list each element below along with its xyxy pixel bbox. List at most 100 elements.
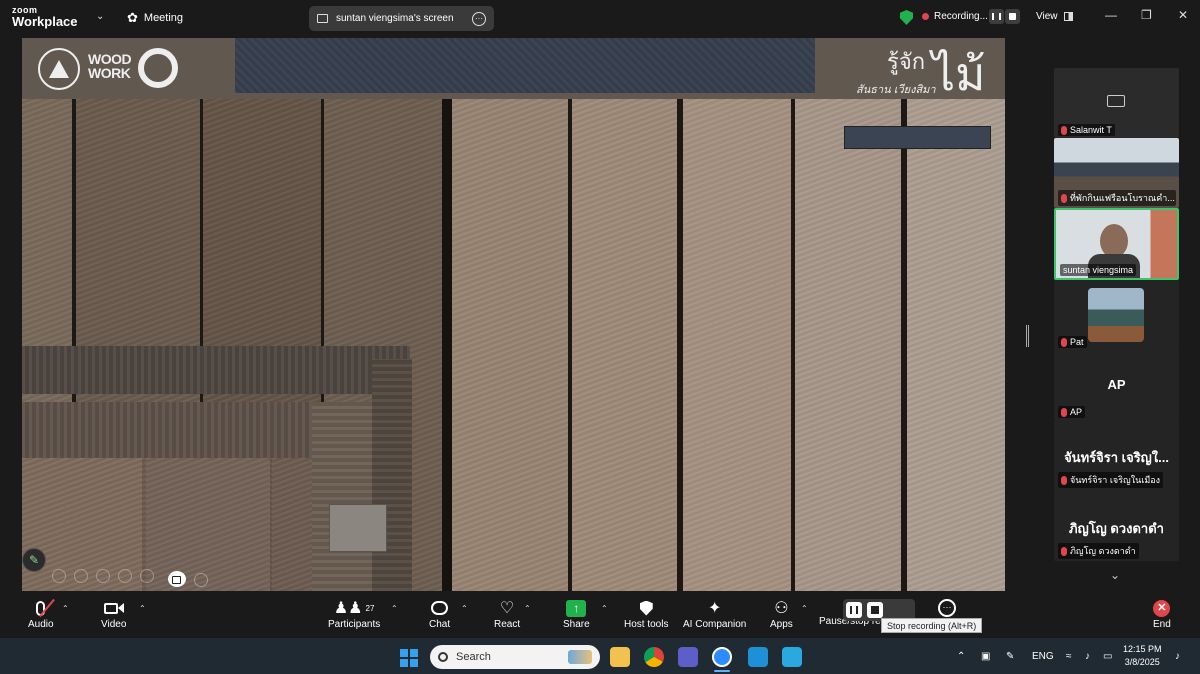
stop-recording-icon[interactable] [867, 602, 883, 618]
react-label: React [494, 619, 521, 630]
react-button[interactable]: ♡ React [494, 597, 520, 630]
participant-tile[interactable]: AP AP [1054, 350, 1179, 420]
shield-icon [639, 597, 653, 619]
speaker-avatar [1100, 224, 1128, 258]
more-options-icon[interactable]: ··· [472, 11, 486, 26]
door-panel [146, 458, 270, 591]
participant-name-tag: Pat [1058, 336, 1087, 348]
participant-name-tag: จันทร์จิรา เจริญในเมือง [1058, 472, 1164, 488]
participant-name: Pat [1070, 337, 1084, 347]
restore-icon[interactable]: ❐ [1141, 8, 1152, 22]
participant-tile-active-speaker[interactable]: suntan viengsima [1054, 208, 1179, 280]
chrome-icon[interactable] [644, 647, 664, 667]
file-explorer-icon[interactable] [610, 647, 630, 667]
participants-options-chevron-icon[interactable]: ⌃ [391, 604, 398, 613]
participants-button[interactable]: ♟♟ 27 Participants [328, 597, 380, 630]
host-tools-button[interactable]: Host tools [624, 597, 668, 630]
pause-recording-icon[interactable] [846, 602, 862, 618]
battery-icon[interactable]: ▭ [1103, 651, 1112, 662]
zoom-brand[interactable]: zoom Workplace [12, 5, 78, 29]
annot-tool-icon[interactable] [140, 569, 154, 583]
mic-muted-icon [1061, 193, 1067, 203]
stop-recording-button[interactable] [1005, 9, 1020, 24]
screen-share-pill[interactable]: suntan viengsima's screen ··· [309, 6, 494, 31]
ai-companion-button[interactable]: ✦ AI Companion [683, 597, 746, 630]
react-options-chevron-icon[interactable]: ⌃ [524, 604, 531, 613]
participant-display-name: ภิญโญ ดวงดาดำ [1069, 521, 1164, 536]
annot-tool-icon[interactable] [74, 569, 88, 583]
language-indicator[interactable]: ENG [1032, 651, 1054, 662]
more-options-icon[interactable] [194, 573, 208, 587]
door-stile [312, 402, 372, 591]
taskbar-search-box[interactable]: Search [430, 645, 600, 669]
annot-tool-icon[interactable] [96, 569, 110, 583]
view-button[interactable]: View [1036, 11, 1073, 22]
screen-icon [317, 14, 328, 23]
zoom-app-icon[interactable] [712, 647, 732, 667]
tray-app-icon[interactable]: ▣ [981, 651, 990, 662]
close-icon[interactable]: ✕ [1178, 8, 1188, 22]
audio-button[interactable]: Audio [28, 597, 56, 630]
paint-app-icon[interactable] [748, 647, 768, 667]
audio-options-chevron-icon[interactable]: ⌃ [62, 604, 69, 613]
zoom-window: zoom Workplace ⌄ ✿ Meeting suntan viengs… [0, 0, 1200, 674]
security-shield-icon[interactable] [900, 10, 913, 25]
panel-resize-handle[interactable] [1026, 325, 1029, 347]
sparkle-icon: ✦ [707, 600, 722, 617]
paw-icon: ✿ [127, 10, 138, 25]
share-options-chevron-icon[interactable]: ⌃ [601, 604, 608, 613]
clock-time: 12:15 PM [1123, 644, 1162, 654]
end-label: End [1153, 619, 1171, 630]
participant-tile[interactable]: Pat [1054, 280, 1179, 350]
participants-label: Participants [328, 619, 381, 630]
camera-switch-icon[interactable] [168, 571, 186, 587]
chevron-down-icon[interactable]: ⌄ [96, 11, 104, 22]
apps-button[interactable]: ⚇ Apps [770, 597, 793, 630]
windows-start-icon[interactable] [400, 649, 418, 667]
participant-tile[interactable]: ที่พักกินแฟรือนโบราณคำ... [1054, 138, 1179, 208]
end-meeting-button[interactable]: ✕ End [1153, 597, 1171, 630]
mic-muted-icon [1061, 546, 1067, 556]
volume-icon[interactable]: ♪ [1085, 651, 1090, 662]
system-clock[interactable]: 12:15 PM 3/8/2025 [1123, 643, 1162, 669]
wifi-icon[interactable]: ≈ [1066, 651, 1072, 662]
participant-tile[interactable]: จันทร์จิรา เจริญใ... จันทร์จิรา เจริญในเ… [1054, 420, 1179, 490]
minimize-icon[interactable]: — [1105, 8, 1117, 22]
camera-off-icon [1107, 95, 1125, 107]
document-app-icon[interactable] [782, 647, 802, 667]
participant-tile[interactable]: ภิญโญ ดวงดาดำ ภิญโญ ดวงดาดำ [1054, 490, 1179, 561]
wood-plank [572, 99, 677, 591]
participant-tile[interactable]: Salanwit T [1054, 68, 1179, 138]
teams-icon[interactable] [678, 647, 698, 667]
meeting-tab[interactable]: ✿ Meeting [127, 10, 183, 26]
mic-muted-icon [1061, 407, 1067, 417]
end-x-icon: ✕ [1153, 597, 1171, 619]
door-frame-top [22, 346, 410, 394]
chat-button[interactable]: Chat [429, 597, 450, 630]
apps-options-chevron-icon[interactable]: ⌃ [801, 604, 808, 613]
share-screen-icon: ↑ [566, 597, 587, 619]
audio-label: Audio [28, 619, 54, 630]
annot-tool-icon[interactable] [118, 569, 132, 583]
recording-indicator: Recording... [922, 11, 988, 22]
chat-options-chevron-icon[interactable]: ⌃ [461, 604, 468, 613]
host-tools-label: Host tools [624, 619, 669, 630]
annotate-pen-icon[interactable]: ✎ [22, 548, 46, 572]
video-camera-icon [103, 597, 124, 619]
scroll-down-chevron-icon[interactable]: ⌄ [1110, 568, 1120, 582]
video-label: Video [101, 619, 127, 630]
video-button[interactable]: Video [101, 597, 126, 630]
door-panel [272, 458, 312, 591]
video-options-chevron-icon[interactable]: ⌃ [139, 604, 146, 613]
more-button[interactable]: ··· [938, 597, 956, 619]
share-button[interactable]: ↑ Share [563, 597, 590, 630]
tray-chevron-up-icon[interactable]: ⌃ [957, 651, 965, 662]
pause-recording-button[interactable] [989, 9, 1004, 24]
title-bar: zoom Workplace ⌄ ✿ Meeting suntan viengs… [0, 0, 1200, 36]
tray-pen-icon[interactable]: ✎ [1006, 651, 1014, 662]
annot-tool-icon[interactable] [52, 569, 66, 583]
brand-line2: Workplace [12, 14, 78, 29]
shared-screen: WOOD WORK รู้จัก ไม้ สันธาน เวียงสิมา [22, 38, 1005, 591]
notification-bell-icon[interactable]: ♪ [1175, 651, 1180, 662]
apps-label: Apps [770, 619, 793, 630]
